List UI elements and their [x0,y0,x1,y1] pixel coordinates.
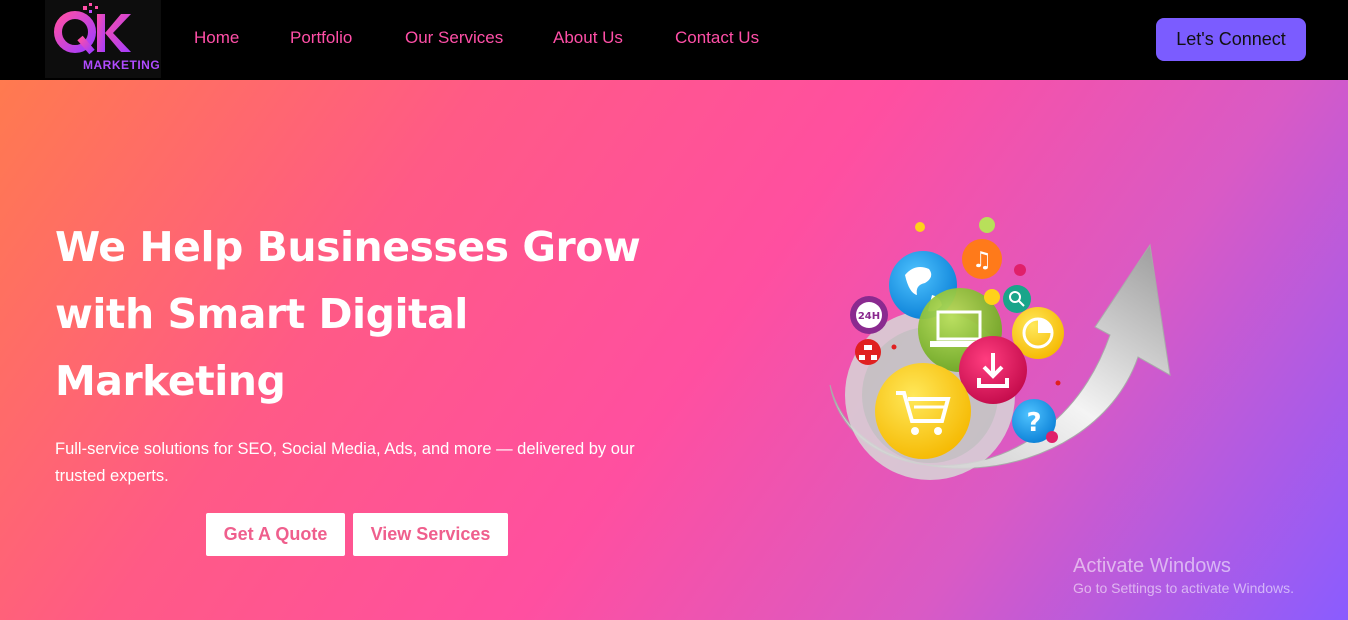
nav-link-about-us[interactable]: About Us [553,28,623,48]
badge-24h-label: 24H [858,311,880,322]
activate-windows-watermark: Activate Windows Go to Settings to activ… [1073,555,1294,596]
hero-title-line-1: We Help Businesses Grow [55,223,641,271]
view-services-button[interactable]: View Services [353,513,508,556]
logo-subtitle: MARKETING [83,58,161,72]
24h-support-icon: 24H [850,296,888,334]
network-icon [855,339,881,365]
get-a-quote-button[interactable]: Get A Quote [206,513,345,556]
hero-title-line-3: Marketing [55,357,286,405]
shopping-cart-icon [875,363,971,459]
logo-mark-icon [54,3,131,55]
hero-subtitle: Full-service solutions for SEO, Social M… [55,440,635,485]
download-icon [959,336,1027,404]
music-icon: ♫ [962,239,1002,279]
hero-title: We Help Businesses Grow with Smart Digit… [55,214,675,415]
lets-connect-button[interactable]: Let's Connect [1156,18,1306,61]
hero-section: We Help Businesses Grow with Smart Digit… [0,80,1348,620]
nav-link-home[interactable]: Home [194,28,239,48]
nav-link-contact-us[interactable]: Contact Us [675,28,759,48]
svg-text:♫: ♫ [972,248,992,273]
watermark-subtitle: Go to Settings to activate Windows. [1073,580,1294,596]
search-icon [1003,285,1031,313]
nav-link-our-services[interactable]: Our Services [405,28,503,48]
hero-title-line-2: with Smart Digital [55,290,468,338]
navbar: MARKETING Home Portfolio Our Services Ab… [0,0,1348,80]
digital-marketing-growth-illustration: ♫ 24H ? [829,217,1171,480]
brand-logo[interactable]: MARKETING [45,0,161,78]
watermark-title: Activate Windows [1073,555,1231,577]
svg-text:?: ? [1026,408,1041,438]
nav-link-portfolio[interactable]: Portfolio [290,28,352,48]
